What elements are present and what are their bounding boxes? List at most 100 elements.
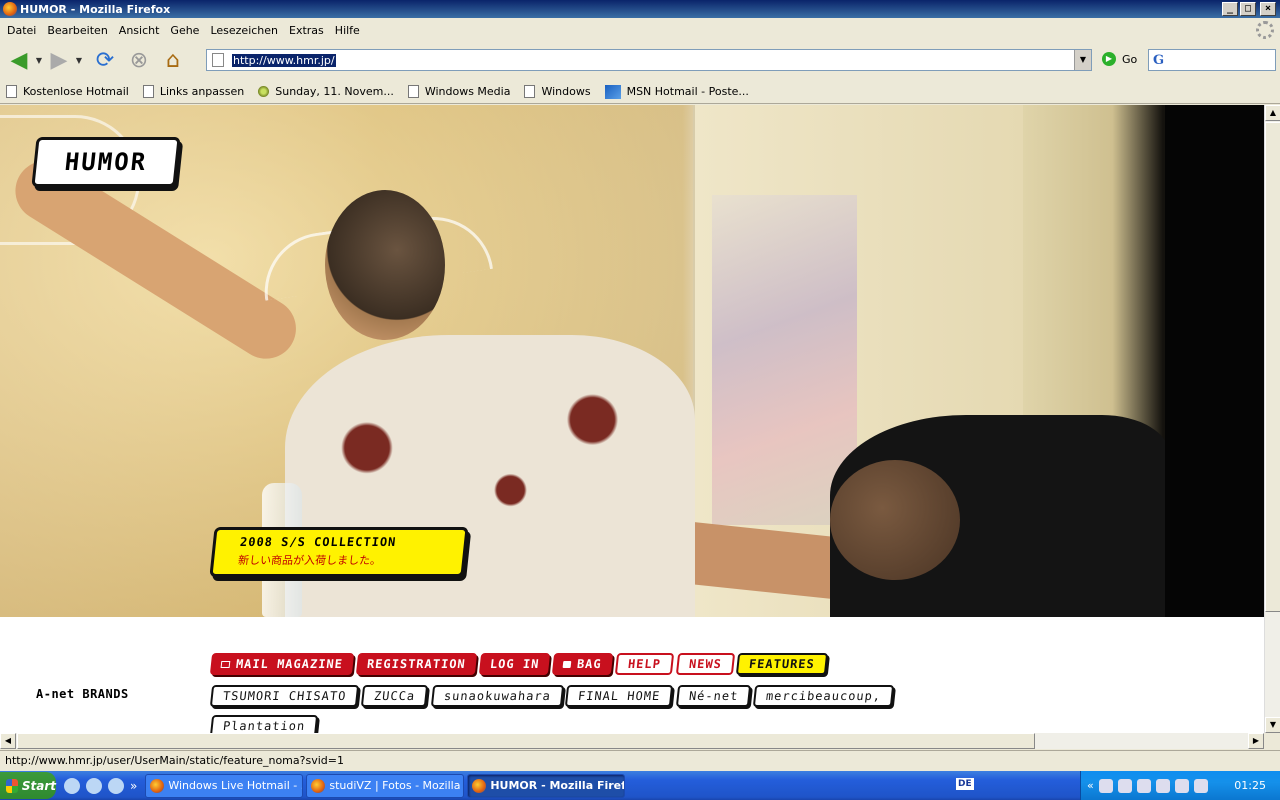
reload-button[interactable]: ⟳ — [90, 45, 120, 75]
forward-button[interactable]: ▶ — [44, 45, 74, 75]
antivirus-icon[interactable] — [1174, 778, 1189, 793]
scroll-right-button[interactable]: ▶ — [1248, 733, 1264, 749]
security-shield-icon[interactable] — [1117, 778, 1132, 793]
collection-banner[interactable]: 2008 S/S COLLECTION 新しい商品が入荷しました。 — [209, 527, 469, 577]
window-title-bar: HUMOR - Mozilla Firefox _ □ × — [0, 0, 1280, 18]
firefox-icon — [3, 2, 17, 16]
maximize-button[interactable]: □ — [1240, 2, 1256, 16]
features-button[interactable]: FEATURES — [736, 653, 829, 675]
live-bookmark-icon — [258, 86, 270, 97]
url-history-dropdown[interactable]: ▼ — [1074, 50, 1091, 70]
brand-sunaokuwahara[interactable]: sunaokuwahara — [430, 685, 564, 707]
quick-launch-expand-icon[interactable]: » — [130, 779, 137, 793]
close-button[interactable]: × — [1260, 2, 1276, 16]
brand-zucca[interactable]: ZUCCa — [361, 685, 429, 707]
menu-ansicht[interactable]: Ansicht — [115, 24, 167, 37]
url-bar[interactable]: http://www.hmr.jp/ ▼ — [206, 49, 1092, 71]
bookmark-windows[interactable]: Windows — [524, 85, 591, 98]
scroll-left-button[interactable]: ◀ — [0, 733, 16, 749]
acrobat-icon[interactable] — [1193, 778, 1208, 793]
firefox-icon — [472, 778, 487, 793]
mail-magazine-button[interactable]: MAIL MAGAZINE — [209, 653, 355, 675]
hero-photo — [0, 105, 1264, 617]
network-icon[interactable] — [1098, 778, 1113, 793]
bookmarks-toolbar: Kostenlose Hotmail Links anpassen Sunday… — [0, 80, 1280, 104]
window-title: HUMOR - Mozilla Firefox — [20, 2, 171, 16]
help-button[interactable]: HELP — [614, 653, 674, 675]
go-label: Go — [1122, 52, 1138, 66]
volume-icon[interactable] — [1155, 778, 1170, 793]
bookmark-links-anpassen[interactable]: Links anpassen — [142, 85, 244, 98]
collection-title: 2008 S/S COLLECTION — [239, 535, 398, 549]
menu-gehe[interactable]: Gehe — [166, 24, 206, 37]
login-button[interactable]: LOG IN — [478, 653, 551, 675]
brands-nav: TSUMORI CHISATO ZUCCa sunaokuwahara FINA… — [209, 685, 895, 707]
brand-tsumori-chisato[interactable]: TSUMORI CHISATO — [209, 685, 360, 707]
brand-final-home[interactable]: FINAL HOME — [565, 685, 674, 707]
tray-expand-icon[interactable]: « — [1087, 779, 1094, 792]
back-history-dropdown[interactable]: ▼ — [34, 56, 44, 65]
bag-button[interactable]: BAG — [551, 653, 613, 675]
brand-plantation[interactable]: Plantation — [209, 715, 319, 733]
collection-subtitle: 新しい商品が入荷しました。 — [237, 554, 382, 567]
show-desktop-icon[interactable] — [64, 777, 80, 794]
task-humor[interactable]: HUMOR - Mozilla Firef... — [467, 773, 626, 798]
brand-mercibeaucoup[interactable]: mercibeaucoup, — [752, 685, 895, 707]
quick-launch: » — [64, 777, 137, 794]
page-icon — [407, 85, 419, 98]
internet-explorer-icon[interactable] — [86, 777, 102, 794]
search-input[interactable]: G — [1148, 49, 1276, 71]
home-button[interactable]: ⌂ — [158, 45, 188, 75]
bookmark-kostenlose-hotmail[interactable]: Kostenlose Hotmail — [6, 85, 129, 98]
bookmark-sunday-live[interactable]: Sunday, 11. Novem... — [258, 85, 394, 98]
mail-icon — [220, 660, 231, 668]
go-button[interactable]: ▶ Go — [1102, 52, 1137, 66]
scroll-down-button[interactable]: ▼ — [1265, 717, 1280, 733]
task-windows-live-hotmail[interactable]: Windows Live Hotmail - ... — [145, 773, 304, 798]
menu-bar: Datei Bearbeiten Ansicht Gehe Lesezeiche… — [0, 19, 1280, 41]
brands-label: A-net BRANDS — [36, 687, 129, 701]
news-button[interactable]: NEWS — [675, 653, 735, 675]
brand-ne-net[interactable]: Né-net — [675, 685, 752, 707]
main-nav: MAIL MAGAZINE REGISTRATION LOG IN BAG HE… — [209, 653, 829, 675]
page-icon — [212, 53, 224, 67]
stop-button[interactable]: ⊗ — [124, 45, 154, 75]
minimize-button[interactable]: _ — [1222, 2, 1238, 16]
itunes-icon[interactable] — [108, 777, 124, 794]
vertical-scrollbar[interactable]: ▲ ▼ — [1264, 105, 1280, 733]
scroll-up-button[interactable]: ▲ — [1265, 105, 1280, 121]
bookmark-windows-media[interactable]: Windows Media — [407, 85, 510, 98]
task-studivz[interactable]: studiVZ | Fotos - Mozilla ... — [306, 773, 465, 798]
start-button[interactable]: Start — [0, 772, 56, 799]
messenger-icon[interactable] — [1136, 778, 1151, 793]
humor-logo[interactable]: HUMOR — [31, 137, 181, 187]
horizontal-scroll-thumb[interactable] — [17, 733, 1035, 749]
msn-icon — [604, 84, 621, 99]
menu-bearbeiten[interactable]: Bearbeiten — [43, 24, 114, 37]
bookmark-msn-hotmail[interactable]: MSN Hotmail - Poste... — [604, 84, 749, 99]
menu-datei[interactable]: Datei — [3, 24, 43, 37]
system-tray: DE « 01:25 — [956, 771, 1280, 800]
forward-history-dropdown[interactable]: ▼ — [74, 56, 84, 65]
back-button[interactable]: ◀ — [4, 45, 34, 75]
menu-extras[interactable]: Extras — [285, 24, 331, 37]
url-text[interactable]: http://www.hmr.jp/ — [232, 53, 336, 67]
page-icon — [524, 85, 536, 98]
google-search-icon[interactable]: G — [1153, 53, 1164, 68]
task-list: Windows Live Hotmail - ... studiVZ | Fot… — [145, 773, 626, 798]
status-text: http://www.hmr.jp/user/UserMain/static/f… — [5, 754, 344, 767]
clock: 01:25 — [1234, 779, 1266, 792]
vertical-scroll-thumb[interactable] — [1265, 122, 1280, 612]
windows-logo-icon — [6, 778, 18, 793]
menu-lesezeichen[interactable]: Lesezeichen — [206, 24, 285, 37]
page-content: HUMOR 2008 S/S COLLECTION 新しい商品が入荷しました。 … — [0, 105, 1264, 733]
brands-nav-row-2: Plantation — [209, 715, 319, 733]
horizontal-scrollbar[interactable]: ◀ ▶ — [0, 733, 1264, 749]
page-icon — [142, 85, 154, 98]
page-icon — [6, 85, 17, 98]
window-controls: _ □ × — [1222, 2, 1276, 16]
menu-hilfe[interactable]: Hilfe — [331, 24, 367, 37]
registration-button[interactable]: REGISTRATION — [355, 653, 477, 675]
go-arrow-icon: ▶ — [1102, 52, 1116, 66]
language-indicator[interactable]: DE — [956, 778, 974, 790]
